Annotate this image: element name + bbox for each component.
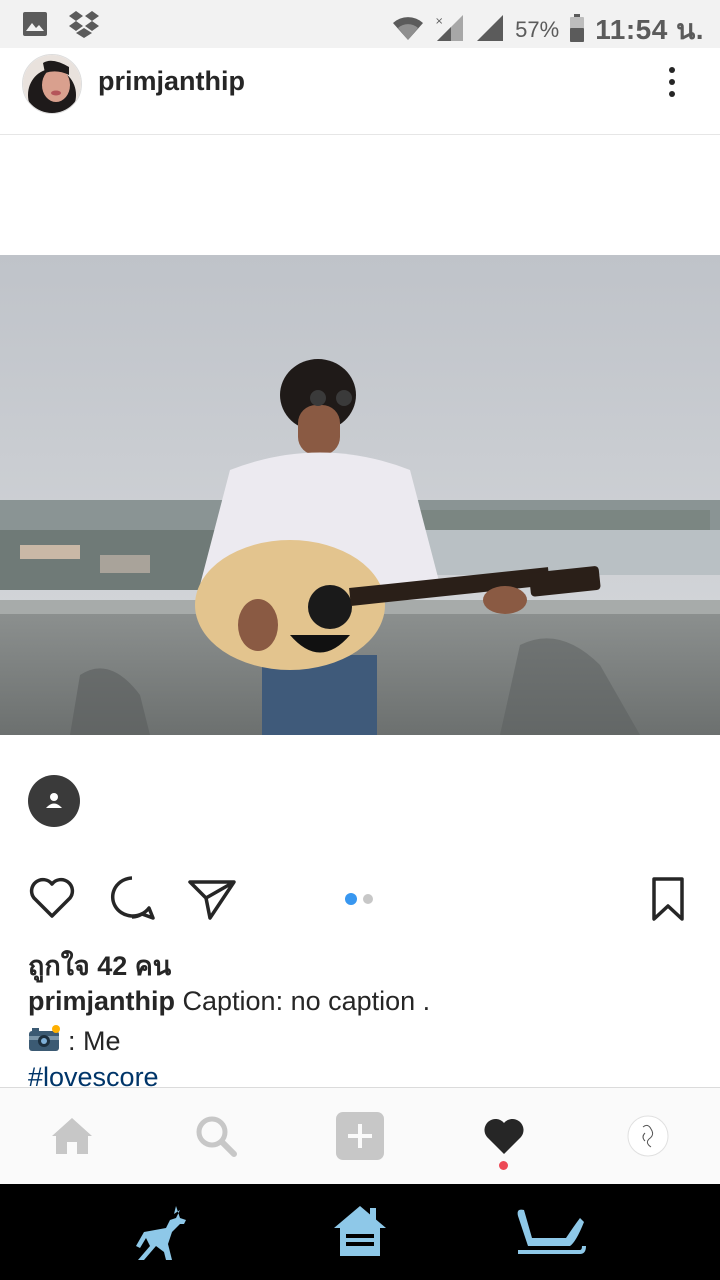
caption-text: Caption: no caption . <box>175 986 431 1016</box>
wifi-icon <box>391 14 425 47</box>
home-icon[interactable] <box>48 1112 96 1160</box>
notification-dot <box>499 1161 508 1170</box>
sleigh-icon[interactable] <box>514 1202 586 1267</box>
house-icon[interactable] <box>330 1202 390 1267</box>
search-icon[interactable] <box>192 1112 240 1160</box>
profile-icon[interactable] <box>624 1112 672 1160</box>
post-username[interactable]: primjanthip <box>98 66 245 97</box>
carousel-dot-active <box>345 893 357 905</box>
tagged-people-icon[interactable] <box>28 775 80 827</box>
android-navigation-bar <box>0 1184 720 1280</box>
comment-icon[interactable] <box>106 872 158 929</box>
heart-icon[interactable] <box>26 872 78 929</box>
battery-percent: 57% <box>515 17 560 42</box>
signal-icon: × <box>435 14 465 47</box>
likes-count[interactable]: ถูกใจ 42 คน <box>28 944 171 987</box>
dropbox-icon <box>68 10 100 43</box>
image-icon <box>22 11 48 42</box>
battery-icon <box>569 13 585 47</box>
caption-username[interactable]: primjanthip <box>28 986 175 1016</box>
bottom-navigation <box>0 1087 720 1185</box>
status-bar: × 57% 11:54 น. <box>0 0 720 48</box>
bookmark-icon[interactable] <box>648 876 688 927</box>
deer-icon[interactable] <box>130 1202 190 1269</box>
post-header: primjanthip <box>0 48 720 135</box>
avatar[interactable] <box>22 54 82 114</box>
clock: 11:54 น. <box>595 14 704 45</box>
share-icon[interactable] <box>186 872 238 929</box>
svg-text:×: × <box>435 16 443 27</box>
more-options-icon[interactable] <box>660 64 684 104</box>
post-actions <box>0 872 720 932</box>
caption: primjanthip Caption: no caption . <box>28 986 430 1017</box>
activity-heart-icon[interactable] <box>480 1112 528 1160</box>
photo-credit: : Me <box>28 1024 121 1059</box>
carousel-dot <box>363 894 373 904</box>
carousel-indicator <box>345 893 373 905</box>
camera-emoji-icon <box>28 1024 62 1059</box>
add-icon[interactable] <box>336 1112 384 1160</box>
signal-icon <box>475 14 505 47</box>
post-photo[interactable] <box>0 255 720 735</box>
credit-text: : Me <box>68 1026 121 1056</box>
